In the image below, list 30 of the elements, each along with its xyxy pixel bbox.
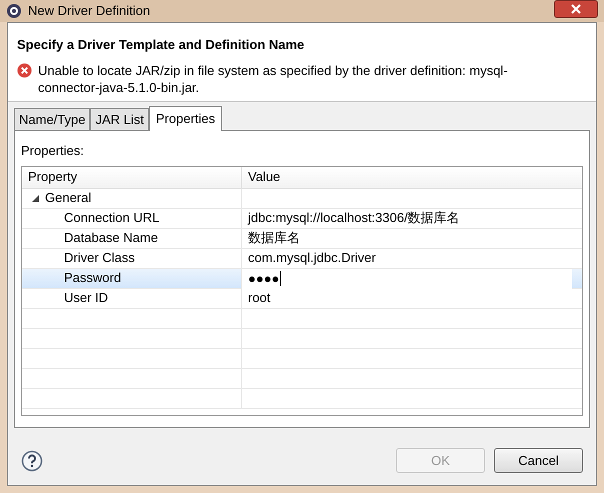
- property-name: Database Name: [22, 228, 242, 248]
- property-row[interactable]: Password ●●●●: [22, 268, 582, 288]
- error-icon: [17, 62, 32, 78]
- dialog-button[interactable]: Cancel: [494, 448, 583, 473]
- collapse-arrow-icon[interactable]: [32, 194, 39, 202]
- properties-label: Properties:: [21, 142, 85, 160]
- tab[interactable]: Properties: [148, 106, 222, 131]
- column-header[interactable]: Value: [242, 166, 572, 188]
- tab[interactable]: Name/Type: [14, 108, 90, 130]
- property-name: User ID: [22, 288, 242, 308]
- property-value: ●●●●: [242, 268, 572, 288]
- property-name: Driver Class: [22, 248, 242, 268]
- close-button[interactable]: [554, 0, 598, 18]
- app-icon: [6, 3, 22, 19]
- column-header[interactable]: Property: [22, 166, 242, 188]
- window-title: New Driver Definition: [28, 2, 150, 20]
- page-title: Specify a Driver Template and Definition Name: [17, 36, 306, 54]
- property-row[interactable]: Connection URL jdbc:mysql://localhost:3306/数据库名: [22, 208, 582, 228]
- property-row[interactable]: Database Name 数据库名: [22, 228, 582, 248]
- help-icon[interactable]: [21, 450, 43, 472]
- property-value: root: [247, 289, 272, 308]
- close-icon: [571, 4, 581, 14]
- group-label: General: [45, 189, 92, 208]
- error-message: Unable to locate JAR/zip in file system as specified by the driver definition: mysql-connector-java-5.1.0-bin.jar.: [38, 62, 509, 96]
- property-value: 数据库名: [247, 229, 301, 248]
- property-value: com.mysql.jdbc.Driver: [247, 249, 377, 268]
- property-value: jdbc:mysql://localhost:3306/数据库名: [246, 209, 461, 228]
- tab[interactable]: JAR List: [90, 108, 149, 130]
- property-row[interactable]: User ID root: [22, 288, 582, 308]
- property-name: Connection URL: [22, 208, 242, 228]
